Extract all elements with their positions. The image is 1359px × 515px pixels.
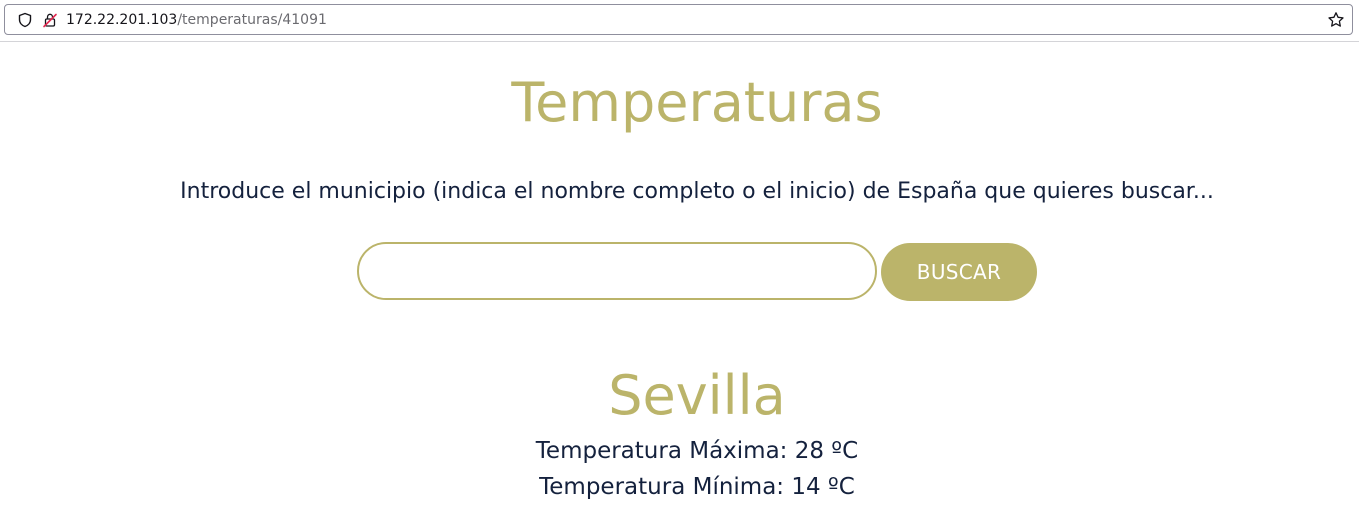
page-title: Temperaturas — [511, 71, 883, 134]
search-input[interactable] — [357, 242, 877, 300]
min-temperature: Temperatura Mínima: 14 ºC — [539, 474, 855, 500]
url-path: /temperaturas/41091 — [177, 12, 327, 28]
search-instructions: Introduce el municipio (indica el nombre… — [180, 179, 1214, 204]
url-text[interactable]: 172.22.201.103/temperaturas/41091 — [66, 11, 327, 29]
url-host: 172.22.201.103 — [66, 12, 178, 28]
address-bar[interactable]: 172.22.201.103/temperaturas/41091 — [4, 4, 1353, 35]
browser-toolbar: 172.22.201.103/temperaturas/41091 — [0, 0, 1359, 42]
shield-icon[interactable] — [17, 12, 33, 28]
bookmark-star-icon[interactable] — [1327, 11, 1345, 29]
city-name: Sevilla — [608, 364, 786, 427]
max-temperature: Temperatura Máxima: 28 ºC — [535, 438, 859, 464]
search-button[interactable]: BUSCAR — [881, 243, 1037, 301]
lock-insecure-icon[interactable] — [42, 12, 58, 28]
